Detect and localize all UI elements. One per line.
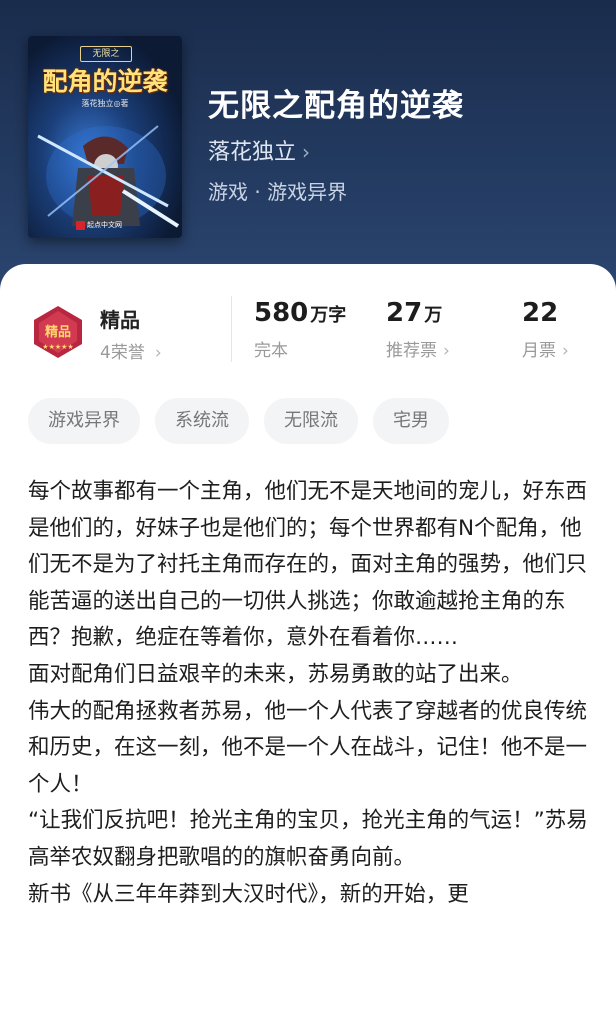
quality-badge-icon[interactable]: 精品 ★★★★★ [30, 304, 86, 360]
cover-illustration [37, 125, 180, 228]
badge-text: 精品 [45, 324, 71, 340]
stat-value: 580 [254, 298, 309, 328]
stats-divider [231, 296, 232, 362]
stat-recommend-votes[interactable]: 27 万 推荐票 › [386, 298, 450, 361]
book-detail-card: 精品 ★★★★★ 精品 4荣誉 › 580 万字 完本 27 万 推荐票 › 22 月票… [0, 264, 616, 1024]
chevron-right-icon: › [302, 140, 311, 164]
tag-chip[interactable]: 游戏异界 [28, 398, 140, 444]
stat-label: 推荐票 [386, 341, 437, 361]
cover-series-label: 无限之 [80, 46, 132, 62]
stat-label: 完本 [254, 341, 288, 361]
author-link[interactable]: 落花独立 › [208, 134, 310, 166]
stat-label-row: 推荐票 › [386, 336, 450, 361]
tag-list: 游戏异界 系统流 无限流 宅男 [28, 398, 449, 444]
honor-link[interactable]: 4荣誉 › [100, 338, 162, 363]
intro-paragraph: 面对配角们日益艰辛的未来，苏易勇敢的站了出来。 [28, 661, 523, 687]
cover-publisher: 起点中文网 [76, 220, 122, 230]
intro-paragraph: “让我们反抗吧！抢光主角的宝贝，抢光主角的气运！”苏易高举农奴翻身把歌唱的的旗帜… [28, 808, 588, 870]
stat-unit: 万字 [310, 305, 347, 326]
stat-value: 22 [522, 298, 559, 328]
author-name: 落花独立 [208, 140, 297, 165]
stat-monthly-votes[interactable]: 22 月票 › [522, 298, 569, 361]
tag-chip[interactable]: 宅男 [373, 398, 449, 444]
stat-label: 月票 [522, 341, 556, 361]
chevron-right-icon: › [443, 341, 450, 361]
book-title: 无限之配角的逆袭 [208, 88, 464, 124]
stat-value: 27 [386, 298, 423, 328]
cover-title: 配角的逆袭 [42, 67, 168, 96]
chevron-right-icon: › [154, 343, 162, 363]
tag-chip[interactable]: 系统流 [155, 398, 249, 444]
book-cover[interactable]: 无限之 配角的逆袭 落花独立◎著 起点中文网 [28, 36, 182, 238]
intro-paragraph: 新书《从三年年莽到大汉时代》，新的开始，更 [28, 881, 469, 907]
stat-unit: 万 [424, 305, 443, 326]
chevron-right-icon: › [562, 341, 569, 361]
publisher-logo-icon [76, 220, 85, 230]
svg-text:★★★★★: ★★★★★ [42, 343, 73, 351]
tag-chip[interactable]: 无限流 [264, 398, 358, 444]
stat-label-row: 月票 › [522, 336, 569, 361]
book-introduction[interactable]: 每个故事都有一个主角，他们无不是天地间的宠儿，好东西是他们的，好妹子也是他们的；… [28, 474, 590, 913]
honor-count: 4荣誉 [100, 343, 145, 363]
book-category[interactable]: 游戏 · 游戏异界 [208, 176, 347, 205]
publisher-name: 起点中文网 [87, 221, 122, 229]
honor-label: 精品 [100, 308, 140, 332]
intro-paragraph: 伟大的配角拯救者苏易，他一个人代表了穿越者的优良传统和历史，在这一刻，他不是一个… [28, 698, 588, 797]
book-header: 无限之 配角的逆袭 落花独立◎著 起点中文网 无限之配角的逆袭 落花独立 › 游戏… [0, 0, 616, 300]
intro-paragraph: 每个故事都有一个主角，他们无不是天地间的宠儿，好东西是他们的，好妹子也是他们的；… [28, 479, 588, 651]
stat-word-count: 580 万字 完本 [254, 298, 346, 361]
